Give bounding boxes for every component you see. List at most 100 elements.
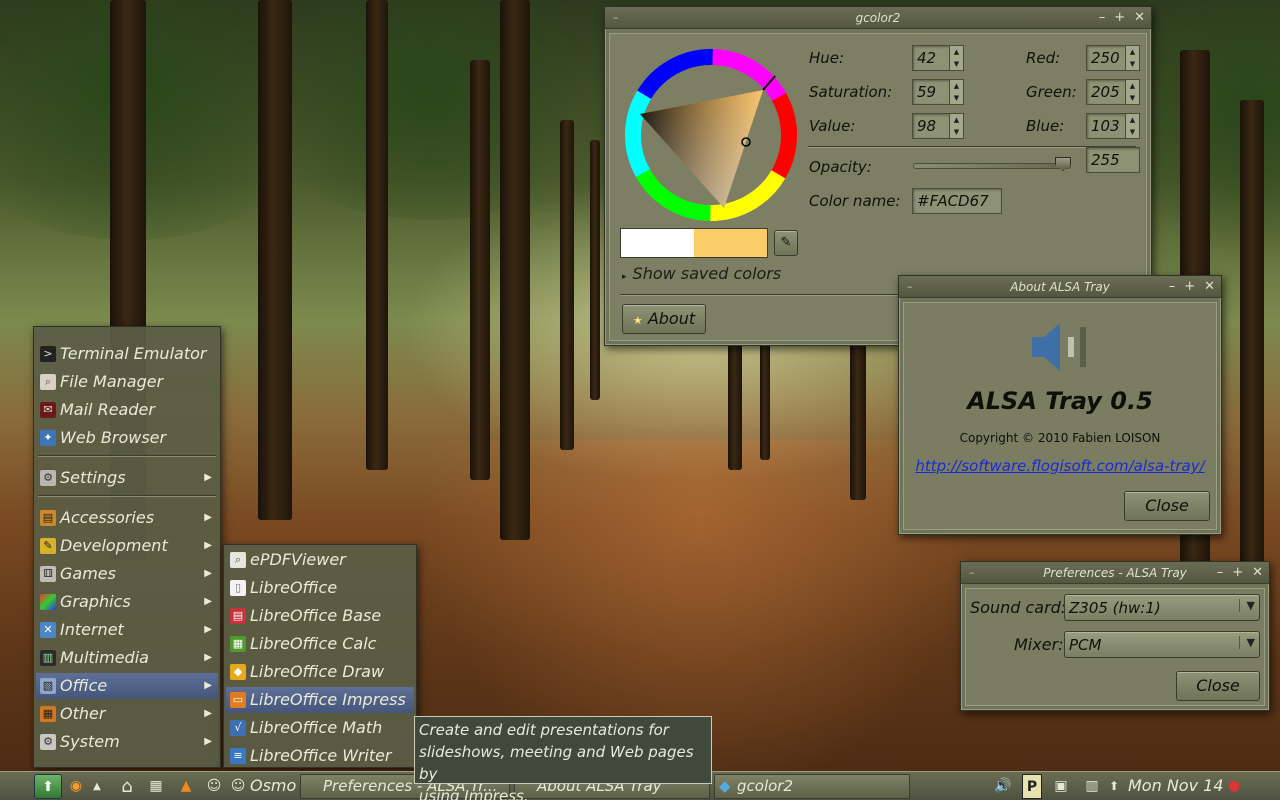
volume-icon[interactable]: 🔊 (992, 774, 1014, 799)
chevron-down-icon: ▼ (1239, 599, 1255, 612)
color-name-field[interactable]: #FACD67 (912, 188, 1002, 214)
user-icon[interactable]: ☺ (202, 774, 226, 799)
menu-item-label: Games (60, 564, 116, 583)
menu-item-games[interactable]: ⚅ Games ▶ (36, 561, 218, 587)
window-menu-icon[interactable]: – (907, 276, 913, 298)
menu-item-label: Internet (60, 620, 124, 639)
menu-item-file-manager[interactable]: ⌕ File Manager (36, 369, 218, 395)
close-icon[interactable]: ✕ (1204, 279, 1215, 294)
close-button-label: Close (1196, 676, 1240, 695)
menu-item-libreoffice-calc[interactable]: ▦ LibreOffice Calc (226, 631, 414, 657)
menu-item-libreoffice-impress[interactable]: ▭ LibreOffice Impress (226, 687, 414, 713)
menu-item-mail-reader[interactable]: ✉ Mail Reader (36, 397, 218, 423)
window-menu-icon[interactable]: – (969, 562, 975, 584)
menu-item-graphics[interactable]: Graphics ▶ (36, 589, 218, 615)
libreoffice-base-icon: ▤ (230, 608, 246, 624)
internet-icon: ✕ (40, 622, 56, 638)
value-value: 98 (917, 117, 937, 135)
menu-item-web-browser[interactable]: ✦ Web Browser (36, 425, 218, 451)
minimize-icon[interactable]: – (1217, 565, 1224, 580)
menu-item-system[interactable]: ⚙ System ▶ (36, 729, 218, 755)
osmo-launcher-icon[interactable]: ☺ (228, 774, 248, 799)
menu-item-label: Web Browser (60, 428, 167, 447)
launcher-arrow-icon[interactable]: ▲ (90, 774, 104, 799)
maximize-icon[interactable]: + (1232, 565, 1243, 580)
minimize-icon[interactable]: – (1169, 279, 1176, 294)
menu-item-accessories[interactable]: ▤ Accessories ▶ (36, 505, 218, 531)
home-folder-icon[interactable]: ⌂ (114, 774, 140, 799)
menu-item-libreoffice-draw[interactable]: ◆ LibreOffice Draw (226, 659, 414, 685)
green-down-icon[interactable]: ▼ (1126, 92, 1139, 104)
menu-item-label: Multimedia (60, 648, 149, 667)
opacity-field[interactable]: 255 (1086, 147, 1140, 173)
menu-item-epdfviewer[interactable]: ⌕ ePDFViewer (226, 547, 414, 573)
maximize-icon[interactable]: + (1114, 10, 1125, 25)
mixer-tray-icon[interactable]: ▥ (1080, 774, 1104, 799)
osmo-menu-label[interactable]: Osmo (250, 776, 296, 795)
blue-down-icon[interactable]: ▼ (1126, 126, 1139, 138)
menu-item-other[interactable]: ▦ Other ▶ (36, 701, 218, 727)
green-value: 205 (1091, 83, 1120, 101)
network-icon[interactable]: ▣ (1050, 774, 1072, 799)
menu-item-multimedia[interactable]: ▥ Multimedia ▶ (36, 645, 218, 671)
menu-item-office[interactable]: ▧ Office ▶ (36, 673, 218, 699)
menu-item-terminal-emulator[interactable]: > Terminal Emulator (36, 341, 218, 367)
sound-card-select[interactable]: Z305 (hw:1) ▼ (1064, 594, 1260, 621)
color-wheel[interactable] (620, 44, 800, 224)
menu-item-development[interactable]: ✎ Development ▶ (36, 533, 218, 559)
clock[interactable]: Mon Nov 14 (1128, 776, 1224, 795)
menu-separator (38, 495, 216, 497)
hue-up-icon[interactable]: ▲ (950, 46, 963, 58)
show-saved-colors-expander[interactable]: ▸ Show saved colors (622, 264, 781, 283)
menu-item-libreoffice-writer[interactable]: ≡ LibreOffice Writer (226, 743, 414, 769)
clipboard-icon[interactable]: P (1022, 774, 1042, 799)
submenu-arrow-icon: ▶ (204, 568, 212, 579)
red-down-icon[interactable]: ▼ (1126, 58, 1139, 70)
minimize-icon[interactable]: – (1099, 10, 1106, 25)
start-menu-button[interactable]: ⬆ (34, 774, 62, 799)
green-up-icon[interactable]: ▲ (1126, 80, 1139, 92)
menu-item-libreoffice-math[interactable]: √ LibreOffice Math (226, 715, 414, 741)
menu-item-label: LibreOffice (250, 578, 338, 597)
value-spinner[interactable]: 98 ▲ ▼ (912, 113, 964, 139)
vlc-icon[interactable]: ▲ (174, 774, 198, 799)
red-spinner[interactable]: 250 ▲ ▼ (1086, 45, 1140, 71)
prefs-alsa-close-button[interactable]: Close (1176, 671, 1260, 701)
close-icon[interactable]: ✕ (1252, 565, 1263, 580)
window-menu-icon[interactable]: – (613, 7, 619, 29)
value-down-icon[interactable]: ▼ (950, 126, 963, 138)
prefs-alsa-titlebar[interactable]: – Preferences - ALSA Tray – + ✕ (961, 562, 1269, 584)
calculator-icon[interactable]: ▦ (144, 774, 168, 799)
gcolor2-titlebar[interactable]: – gcolor2 – + ✕ (605, 7, 1151, 29)
green-spinner[interactable]: 205 ▲ ▼ (1086, 79, 1140, 105)
saturation-spinner[interactable]: 59 ▲ ▼ (912, 79, 964, 105)
previous-color (621, 229, 694, 257)
menu-item-label: LibreOffice Impress (250, 690, 406, 709)
project-link[interactable]: http://software.flogisoft.com/alsa-tray/ (904, 457, 1216, 475)
close-icon[interactable]: ✕ (1134, 10, 1145, 25)
hue-spinner[interactable]: 42 ▲ ▼ (912, 45, 964, 71)
menu-item-settings[interactable]: ⚙ Settings ▶ (36, 465, 218, 491)
other-icon: ▦ (40, 706, 56, 722)
tray-expand-icon[interactable]: ⬆ (1106, 774, 1122, 799)
hue-down-icon[interactable]: ▼ (950, 58, 963, 70)
red-up-icon[interactable]: ▲ (1126, 46, 1139, 58)
about-button[interactable]: ★ About (622, 304, 706, 334)
saturation-down-icon[interactable]: ▼ (950, 92, 963, 104)
saturation-up-icon[interactable]: ▲ (950, 80, 963, 92)
menu-item-libreoffice[interactable]: ▯ LibreOffice (226, 575, 414, 601)
maximize-icon[interactable]: + (1184, 279, 1195, 294)
about-alsa-titlebar[interactable]: – About ALSA Tray – + ✕ (899, 276, 1221, 298)
task-gcolor2[interactable]: ◆ gcolor2 (714, 774, 910, 799)
about-alsa-close-button[interactable]: Close (1124, 491, 1210, 521)
firefox-launcher-icon[interactable]: ◉ (64, 774, 88, 799)
blue-spinner[interactable]: 103 ▲ ▼ (1086, 113, 1140, 139)
blue-up-icon[interactable]: ▲ (1126, 114, 1139, 126)
mixer-select[interactable]: PCM ▼ (1064, 631, 1260, 658)
traffic-light-icon[interactable]: ● (1226, 774, 1242, 799)
menu-item-internet[interactable]: ✕ Internet ▶ (36, 617, 218, 643)
eyedropper-button[interactable]: ✎ (774, 230, 798, 256)
menu-item-libreoffice-base[interactable]: ▤ LibreOffice Base (226, 603, 414, 629)
opacity-slider[interactable] (913, 157, 1071, 172)
value-up-icon[interactable]: ▲ (950, 114, 963, 126)
